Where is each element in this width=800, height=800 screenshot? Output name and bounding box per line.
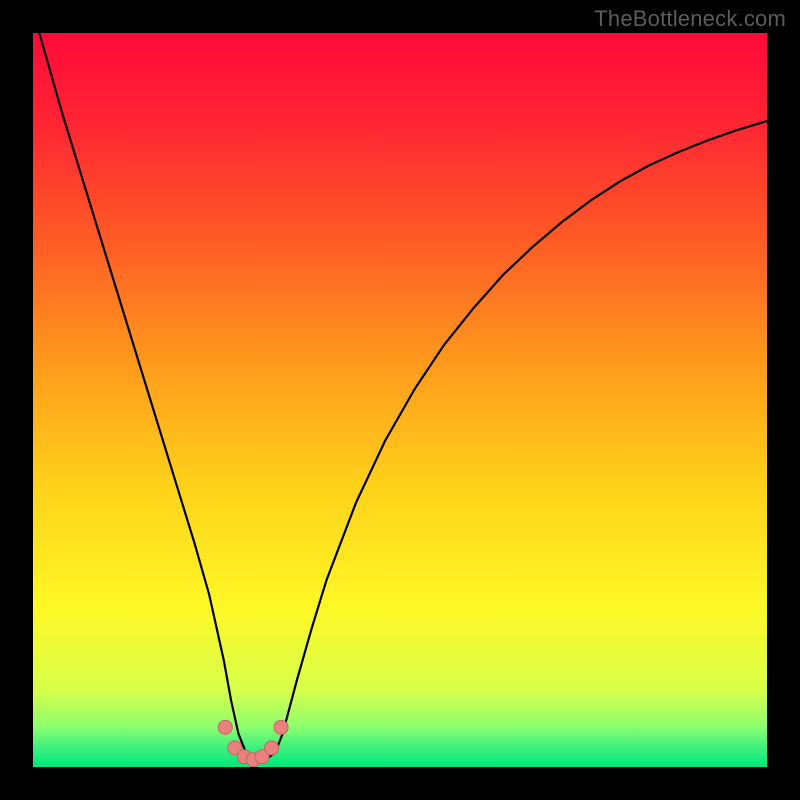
chart-stage: TheBottleneck.com xyxy=(0,0,800,800)
bottleneck-chart xyxy=(33,33,767,767)
optimum-marker xyxy=(274,720,288,734)
optimum-marker xyxy=(265,741,279,755)
optimum-marker xyxy=(218,720,232,734)
watermark-text: TheBottleneck.com xyxy=(594,6,786,32)
chart-background xyxy=(33,33,767,767)
